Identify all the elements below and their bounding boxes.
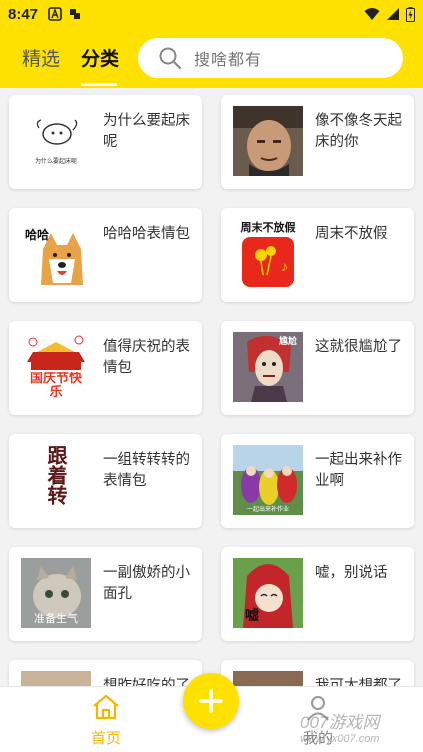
status-bar: 8:47 [0,0,423,28]
category-thumbnail: 一起出来补作业 [233,445,303,515]
thumb-caption: 国庆节快乐 [30,372,83,400]
tab-featured[interactable]: 精选 [22,44,60,71]
category-card[interactable]: 一起出来补作业 一起出来补作业啊 [221,434,414,528]
thumb-caption: 为什么要起床呢 [35,157,77,165]
wifi-icon [364,8,380,20]
status-notification-icons [48,7,82,21]
app-notification-icon [70,9,81,19]
active-tab-indicator [81,83,117,86]
category-title: 想昨好吃的了 [103,678,190,686]
category-title: 值得庆祝的表情包 [103,339,190,376]
search-icon [159,47,182,70]
category-card[interactable]: 像不像冬天起床的你 [221,95,414,189]
svg-text:♪: ♪ [281,258,288,274]
category-title: 为什么要起床呢 [103,113,190,150]
category-title: 周末不放假 [315,226,388,242]
category-thumbnail: 跟着转 [21,445,91,515]
category-card[interactable]: 周末不放假 ♪ 周末不放假 [221,208,414,302]
search-input[interactable]: 搜啥都有 [138,38,403,78]
category-title: 一起出来补作业啊 [315,452,402,489]
category-thumbnail: 哈哈 [21,219,91,289]
category-title: 哈哈哈表情包 [103,226,190,242]
category-title: 像不像冬天起床的你 [315,113,402,150]
plus-icon [199,689,223,713]
category-thumbnail: 尴尬 [233,332,303,402]
category-thumbnail: 嘘 [233,558,303,628]
thumb-caption: 跟着转 [44,445,68,505]
category-thumbnail: 周末不放假 ♪ [233,219,303,289]
nav-home-tab[interactable]: 首页 [80,693,132,748]
category-title: 一组转转转的表情包 [103,452,190,489]
thumb-caption: 尴尬 [279,335,297,346]
nav-home-label: 首页 [90,730,121,747]
header: 精选 分类 搜啥都有 [0,28,423,88]
watermark: 007游戏网 www.yx007.com [300,708,379,745]
status-right-icons [364,6,415,22]
category-thumbnail: 为什么要起床呢 [21,106,91,176]
category-card[interactable]: 我可太想都了 [221,660,414,686]
home-icon [93,694,119,720]
category-thumbnail [21,671,91,686]
category-card[interactable]: 哈哈 哈哈哈表情包 [9,208,202,302]
search-placeholder: 搜啥都有 [194,52,263,69]
thumb-caption: 一起出来补作业 [247,505,289,513]
status-time: 8:47 [8,5,39,23]
thumb-caption: 哈哈 [25,227,49,242]
category-card[interactable]: 嘘 嘘，别说话 [221,547,414,641]
category-card[interactable]: 跟着转 一组转转转的表情包 [9,434,202,528]
category-card[interactable]: 国庆节快乐 值得庆祝的表情包 [9,321,202,415]
watermark-url: www.yx007.com [300,733,380,745]
category-title: 一副傲娇的小面孔 [103,565,190,602]
category-thumbnail [233,671,303,686]
tab-categories[interactable]: 分类 [81,44,119,71]
category-thumbnail: 国庆节快乐 [21,332,91,402]
battery-icon [406,6,415,22]
category-card[interactable]: 想昨好吃的了 [9,660,202,686]
thumb-caption: 周末不放假 [241,220,297,234]
add-button[interactable] [183,673,239,729]
signal-icon [387,8,399,20]
category-title: 我可太想都了 [315,678,402,686]
category-card[interactable]: 准备生气 一副傲娇的小面孔 [9,547,202,641]
category-grid: 为什么要起床呢 为什么要起床呢 像不像冬天起床的你 哈哈 哈哈哈表情包 周末不放… [0,88,423,686]
watermark-text: 007游戏网 [300,713,380,732]
category-card[interactable]: 为什么要起床呢 为什么要起床呢 [9,95,202,189]
category-title: 这就很尴尬了 [315,339,402,355]
text-a-icon [48,7,62,21]
thumb-caption: 嘘 [245,607,259,623]
thumb-caption: 准备生气 [34,611,78,625]
category-card[interactable]: 尴尬 这就很尴尬了 [221,321,414,415]
category-title: 嘘，别说话 [315,565,388,581]
category-thumbnail [233,106,303,176]
category-thumbnail: 准备生气 [21,558,91,628]
